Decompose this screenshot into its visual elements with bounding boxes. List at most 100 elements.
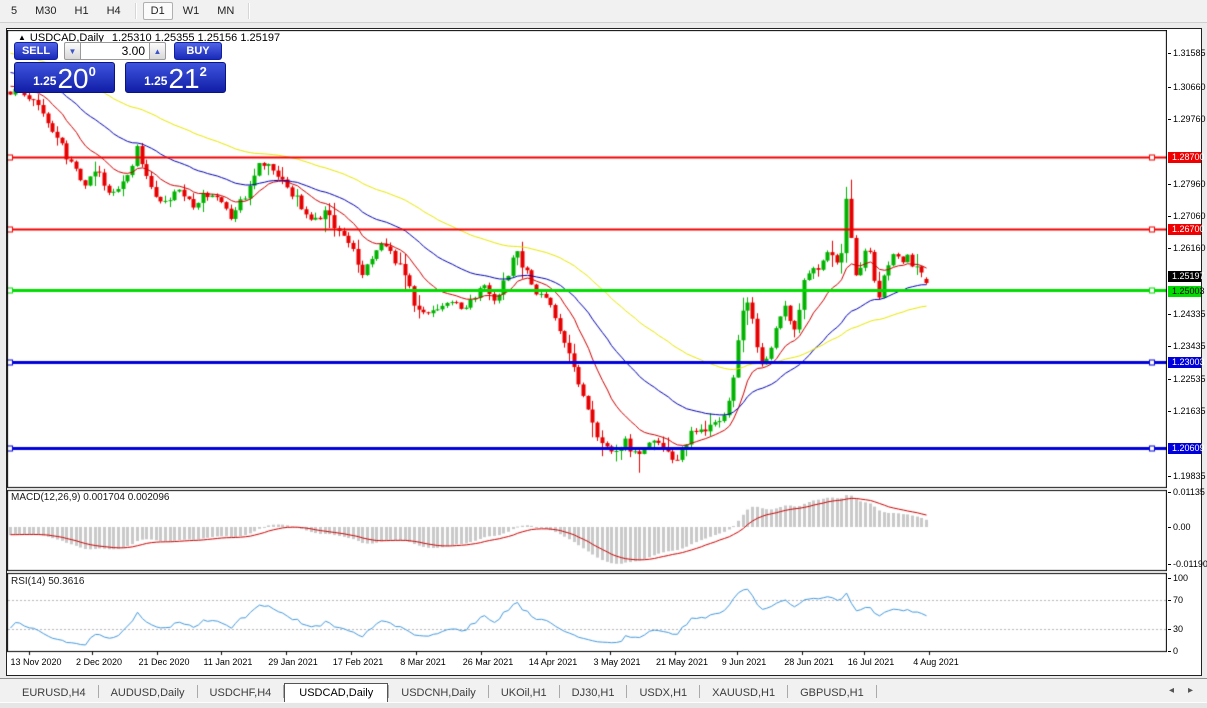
axis-tick-mark: [1168, 492, 1171, 493]
axis-tick-mark: [1168, 629, 1171, 630]
current-price-label: 1.25197: [1168, 271, 1205, 282]
timeframe-toolbar: 5 M30 H1 H4 D1 W1 MN: [0, 0, 1207, 23]
tab-usdchf-h4[interactable]: USDCHF,H4: [198, 684, 284, 702]
axis-tick-label: 1.26160: [1173, 243, 1206, 253]
level-price-label: 1.26700: [1168, 224, 1205, 235]
axis-tick-label: 1.22535: [1173, 374, 1206, 384]
date-tick-label: 29 Jan 2021: [268, 657, 318, 667]
date-tick-label: 11 Jan 2021: [203, 657, 253, 667]
price-axis: 1.31585 1.30660 1.29760 1.27960 1.27060 1.261…: [1168, 30, 1207, 674]
buy-price-pips: 2: [199, 64, 207, 79]
axis-tick-mark: [1168, 216, 1171, 217]
timeframe-button-m30[interactable]: M30: [27, 2, 64, 20]
tab-usdx-h1[interactable]: USDX,H1: [627, 684, 699, 702]
timeframe-button-d1[interactable]: D1: [142, 2, 173, 20]
tab-scroll-controls: ◂ ▸: [1169, 679, 1207, 702]
toolbar-separator: [248, 3, 251, 19]
axis-tick-label: 1.29760: [1173, 114, 1206, 124]
axis-tick-mark: [1168, 600, 1171, 601]
axis-tick-label: 0.00: [1173, 522, 1191, 532]
tab-usdcnh-daily[interactable]: USDCNH,Daily: [389, 684, 488, 702]
trading-terminal: 5 M30 H1 H4 D1 W1 MN ▲ USDCAD,Daily 1.25310 1.25…: [0, 0, 1207, 708]
collapse-arrow-icon[interactable]: ▲: [18, 33, 26, 42]
volume-input[interactable]: 3.00: [81, 42, 149, 60]
axis-tick-mark: [1168, 578, 1171, 579]
chevron-up-icon: ▲: [153, 46, 162, 56]
axis-tick-mark: [1168, 346, 1171, 347]
toolbar-separator: [134, 3, 137, 19]
date-tick-label: 13 Nov 2020: [10, 657, 62, 667]
axis-tick-label: 70: [1173, 595, 1184, 605]
tab-eurusd-h4[interactable]: EURUSD,H4: [10, 684, 98, 702]
timeframe-button-mn[interactable]: MN: [209, 2, 242, 20]
timeframe-button-5[interactable]: 5: [3, 2, 25, 20]
sell-button[interactable]: SELL: [14, 42, 58, 60]
axis-tick-label: 0.01135: [1173, 487, 1205, 497]
axis-tick-label: -0.01190: [1173, 559, 1207, 569]
date-axis: 13 Nov 2020 2 Dec 2020 21 Dec 2020 11 Jan 2…: [7, 657, 1167, 671]
date-tick-label: 17 Feb 2021: [332, 657, 384, 667]
level-price-label: 1.23003: [1168, 357, 1205, 368]
sell-price-box[interactable]: 1.25 20 0: [14, 62, 115, 93]
date-tick-label: 21 Dec 2020: [138, 657, 190, 667]
axis-tick-label: 1.30660: [1173, 82, 1206, 92]
level-price-label: 1.20609: [1168, 443, 1205, 454]
axis-tick-mark: [1168, 379, 1171, 380]
axis-tick-label: 30: [1173, 624, 1184, 634]
sell-price-main: 20: [57, 63, 89, 94]
rsi-indicator-label: RSI(14) 50.3616: [11, 576, 85, 587]
one-click-trading-panel: SELL ▼ 3.00 ▲ BUY 1.25 20 0 1.25 21 2: [14, 42, 228, 93]
axis-tick-label: 1.27960: [1173, 179, 1206, 189]
sell-price-prefix: 1.25: [33, 74, 57, 88]
tab-dj30-h1[interactable]: DJ30,H1: [560, 684, 627, 702]
axis-tick-label: 1.19835: [1173, 471, 1206, 481]
macd-indicator-label: MACD(12,26,9) 0.001704 0.002096: [11, 492, 170, 503]
axis-tick-label: 1.27060: [1173, 211, 1206, 221]
date-tick-label: 8 Mar 2021: [400, 657, 446, 667]
timeframe-button-h1[interactable]: H1: [67, 2, 97, 20]
tab-gbpusd-h1[interactable]: GBPUSD,H1: [788, 684, 876, 702]
axis-tick-mark: [1168, 527, 1171, 528]
date-tick-label: 28 Jun 2021: [784, 657, 834, 667]
axis-tick-label: 1.21635: [1173, 406, 1206, 416]
axis-tick-label: 1.24335: [1173, 309, 1206, 319]
date-tick-label: 16 Jul 2021: [847, 657, 895, 667]
axis-tick-label: 0: [1173, 646, 1179, 656]
tab-audusd-daily[interactable]: AUDUSD,Daily: [99, 684, 197, 702]
axis-tick-label: 1.31585: [1173, 48, 1206, 58]
timeframe-button-w1[interactable]: W1: [175, 2, 208, 20]
axis-tick-mark: [1168, 184, 1171, 185]
tab-usdcad-daily[interactable]: USDCAD,Daily: [284, 683, 389, 703]
tab-scroll-left-icon[interactable]: ◂: [1169, 685, 1174, 696]
sell-price-pips: 0: [88, 64, 96, 79]
tab-ukoil-h1[interactable]: UKOil,H1: [489, 684, 559, 702]
tab-xauusd-h1[interactable]: XAUUSD,H1: [700, 684, 787, 702]
buy-price-box[interactable]: 1.25 21 2: [125, 62, 226, 93]
volume-decrease-button[interactable]: ▼: [64, 42, 81, 60]
date-tick-label: 21 May 2021: [655, 657, 709, 667]
level-price-label: 1.28700: [1168, 152, 1205, 163]
axis-tick-mark: [1168, 248, 1171, 249]
axis-tick-mark: [1168, 53, 1171, 54]
chevron-down-icon: ▼: [68, 46, 77, 56]
buy-price-main: 21: [168, 63, 200, 94]
date-tick-label: 2 Dec 2020: [75, 657, 123, 667]
timeframe-button-h4[interactable]: H4: [99, 2, 129, 20]
volume-increase-button[interactable]: ▲: [149, 42, 166, 60]
axis-tick-label: 1.23435: [1173, 341, 1206, 351]
status-strip: [0, 702, 1207, 708]
tab-scroll-right-icon[interactable]: ▸: [1188, 685, 1193, 696]
buy-button[interactable]: BUY: [174, 42, 222, 60]
axis-tick-mark: [1168, 564, 1171, 565]
date-tick-label: 14 Apr 2021: [528, 657, 578, 667]
date-tick-label: 4 Aug 2021: [913, 657, 959, 667]
axis-tick-mark: [1168, 651, 1171, 652]
axis-tick-mark: [1168, 119, 1171, 120]
price-chart-canvas[interactable]: [7, 30, 1167, 675]
buy-price-prefix: 1.25: [144, 74, 168, 88]
axis-tick-mark: [1168, 476, 1171, 477]
level-price-label: 1.25003: [1168, 286, 1205, 297]
axis-tick-mark: [1168, 411, 1171, 412]
tab-divider: [875, 685, 877, 698]
axis-tick-mark: [1168, 314, 1171, 315]
